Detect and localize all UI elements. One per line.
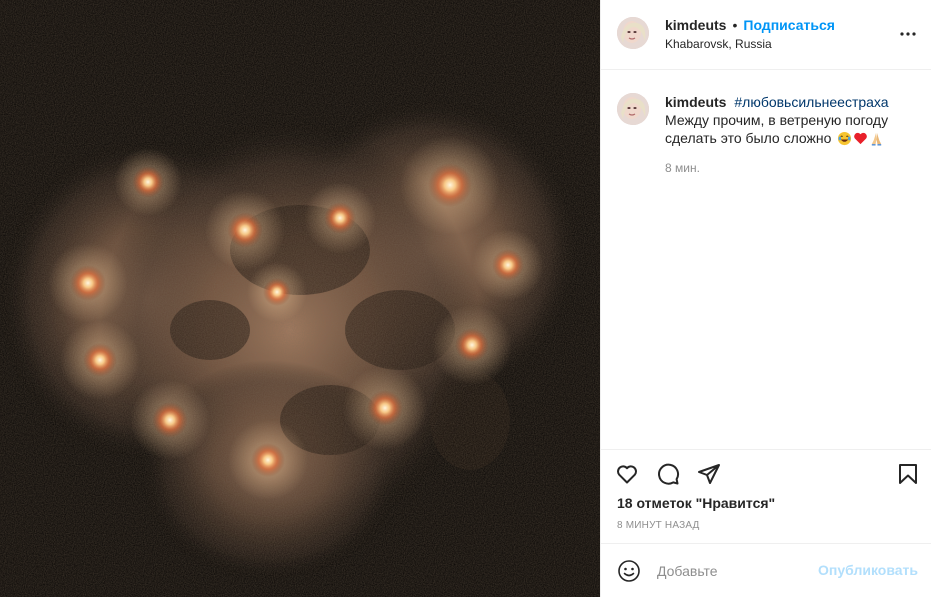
avatar-image bbox=[617, 93, 649, 125]
red-heart-icon bbox=[853, 131, 868, 146]
follow-button[interactable]: Подписаться bbox=[743, 16, 835, 34]
publish-button[interactable]: Опубликовать bbox=[818, 562, 918, 578]
author-avatar[interactable] bbox=[617, 17, 649, 49]
share-icon[interactable] bbox=[695, 460, 723, 488]
separator-dot: • bbox=[732, 17, 738, 33]
author-info: kimdeuts • Подписаться Khabarovsk, Russi… bbox=[665, 16, 892, 52]
caption-username[interactable]: kimdeuts bbox=[665, 94, 726, 110]
heart-icon[interactable] bbox=[613, 460, 641, 488]
candles-heart-photo bbox=[0, 0, 600, 597]
emoji-picker-icon[interactable] bbox=[617, 559, 641, 583]
post-actions: 18 отметок "Нравится" 8 минут назад bbox=[601, 449, 931, 543]
post-side-panel: kimdeuts • Подписаться Khabarovsk, Russi… bbox=[600, 0, 931, 597]
caption-age: 8 мин. bbox=[665, 161, 700, 175]
face-with-tears-of-joy-icon bbox=[837, 131, 852, 146]
comments-area: kimdeuts #любовьсильнеестраха Между проч… bbox=[601, 71, 931, 449]
caption-hashtag[interactable]: #любовьсильнеестраха bbox=[734, 94, 888, 110]
post-header: kimdeuts • Подписаться Khabarovsk, Russi… bbox=[601, 0, 931, 70]
comment-icon[interactable] bbox=[654, 460, 682, 488]
avatar-image bbox=[617, 17, 649, 49]
author-username[interactable]: kimdeuts bbox=[665, 16, 726, 34]
author-line: kimdeuts • Подписаться bbox=[665, 16, 892, 34]
post-timestamp[interactable]: 8 минут назад bbox=[617, 520, 700, 531]
caption-emojis bbox=[837, 131, 885, 146]
post-view: kimdeuts • Подписаться Khabarovsk, Russi… bbox=[0, 0, 931, 597]
likes-count[interactable]: 18 отметок "Нравится" bbox=[617, 495, 775, 511]
more-options-icon[interactable] bbox=[896, 22, 920, 46]
post-caption: kimdeuts #любовьсильнеестраха Между проч… bbox=[665, 93, 921, 147]
comment-input[interactable] bbox=[657, 559, 807, 583]
post-location[interactable]: Khabarovsk, Russia bbox=[665, 36, 892, 52]
post-photo[interactable] bbox=[0, 0, 600, 597]
folded-hands-icon bbox=[869, 131, 884, 146]
add-comment-bar: Опубликовать bbox=[601, 543, 931, 597]
bookmark-icon[interactable] bbox=[894, 460, 922, 488]
caption-avatar[interactable] bbox=[617, 93, 649, 125]
